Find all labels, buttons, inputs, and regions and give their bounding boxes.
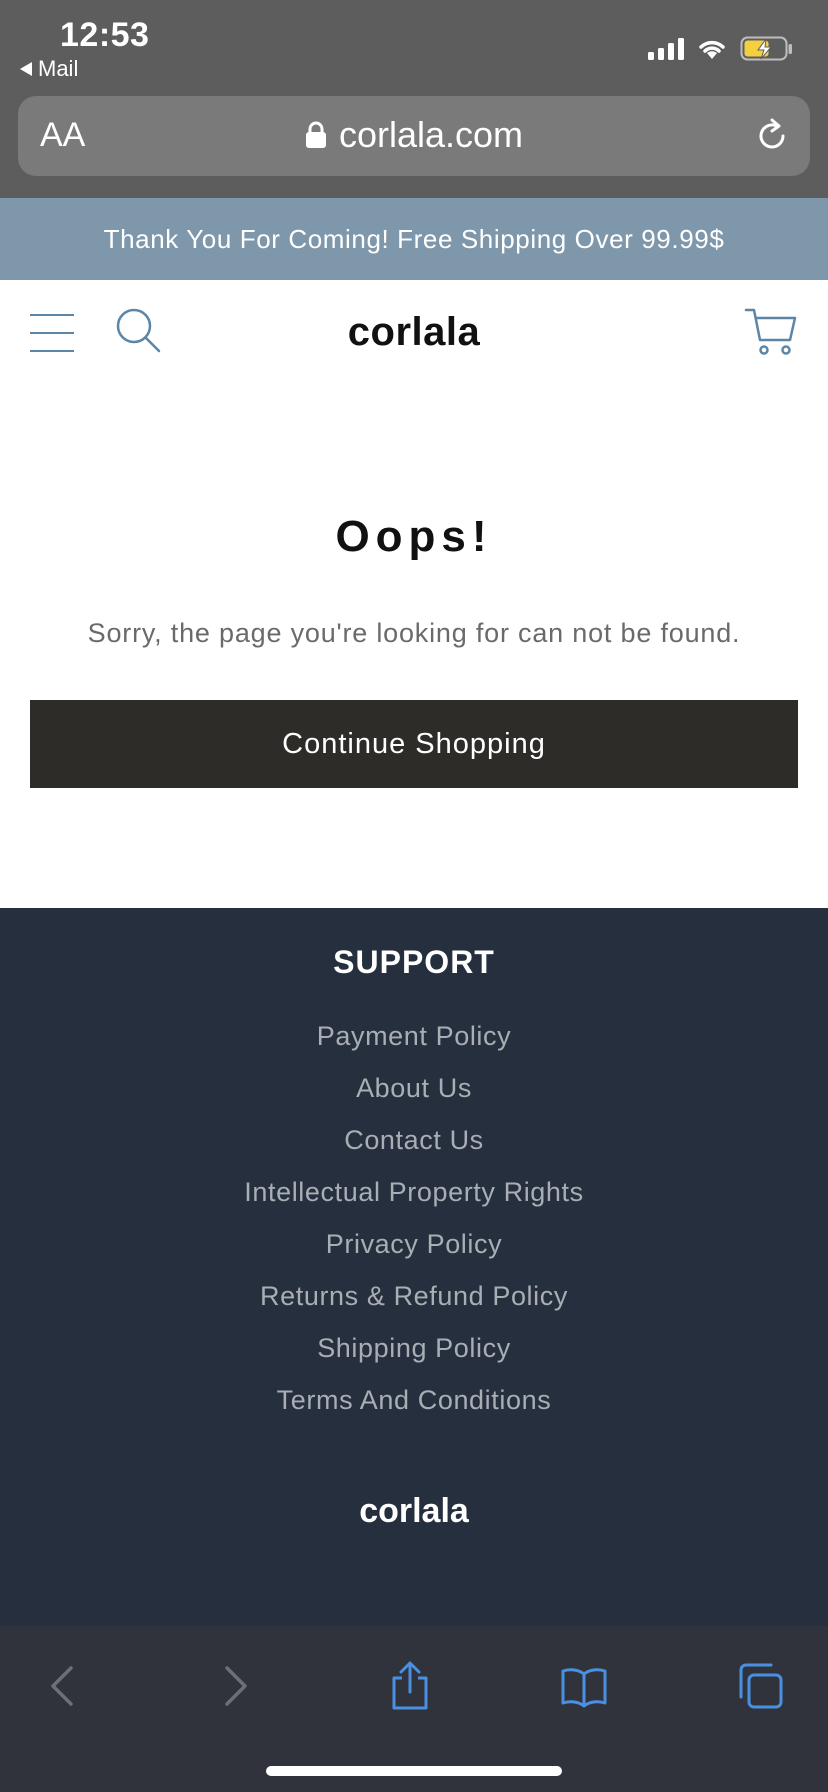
lock-icon <box>305 121 326 148</box>
footer-link-intellectual-property[interactable]: Intellectual Property Rights <box>244 1177 583 1208</box>
bookmarks-button[interactable] <box>554 1656 614 1716</box>
footer-link-payment-policy[interactable]: Payment Policy <box>317 1021 511 1052</box>
cart-icon <box>744 308 797 355</box>
wifi-icon <box>699 40 725 59</box>
footer-logo[interactable]: corlala <box>0 1492 828 1531</box>
url-display[interactable]: corlala.com <box>18 114 810 156</box>
address-bar[interactable]: AA corlala.com <box>18 96 810 176</box>
footer-link-privacy-policy[interactable]: Privacy Policy <box>326 1229 502 1260</box>
status-time: 12:53 <box>60 16 150 54</box>
site-logo[interactable]: corlala <box>0 310 828 355</box>
tabs-button[interactable] <box>730 1656 790 1716</box>
support-links: Payment Policy About Us Contact Us Intel… <box>0 1010 828 1426</box>
reload-button[interactable] <box>752 116 792 156</box>
footer-link-contact-us[interactable]: Contact Us <box>344 1125 484 1156</box>
announcement-bar: Thank You For Coming! Free Shipping Over… <box>0 198 828 280</box>
share-icon <box>392 1661 428 1710</box>
footer-link-about-us[interactable]: About Us <box>356 1073 472 1104</box>
back-button[interactable] <box>32 1656 92 1716</box>
back-app-label: Mail <box>38 56 79 81</box>
announcement-text: Thank You For Coming! Free Shipping Over… <box>103 223 725 254</box>
site-header: corlala <box>0 280 828 390</box>
home-indicator[interactable] <box>266 1766 562 1776</box>
not-found-message: Sorry, the page you're looking for can n… <box>87 618 741 648</box>
footer-link-returns-refund[interactable]: Returns & Refund Policy <box>260 1281 568 1312</box>
tabs-icon <box>739 1663 783 1709</box>
status-icons <box>648 36 794 62</box>
page: 12:53 Mail AA corlala.com Thank You For … <box>0 0 828 1792</box>
continue-shopping-button[interactable]: Continue Shopping <box>30 700 798 788</box>
cart-button[interactable] <box>744 306 798 358</box>
back-triangle-icon <box>20 62 32 76</box>
browser-chrome: 12:53 Mail AA corlala.com <box>0 0 828 198</box>
back-to-mail-link[interactable]: Mail <box>20 56 78 82</box>
back-icon <box>51 1666 73 1706</box>
forward-icon <box>225 1666 247 1706</box>
bookmarks-icon <box>561 1668 607 1708</box>
battery-charging-icon <box>740 36 792 61</box>
browser-toolbar <box>0 1626 828 1792</box>
page-title: Oops! <box>335 512 493 561</box>
not-found-section: Oops! Sorry, the page you're looking for… <box>0 390 828 908</box>
share-button[interactable] <box>380 1656 440 1716</box>
reload-icon <box>759 118 785 149</box>
support-heading: SUPPORT <box>333 944 495 980</box>
forward-button[interactable] <box>206 1656 266 1716</box>
footer-link-shipping-policy[interactable]: Shipping Policy <box>317 1333 511 1364</box>
cellular-signal-icon <box>648 38 684 60</box>
url-text: corlala.com <box>338 114 524 155</box>
footer: SUPPORT Payment Policy About Us Contact … <box>0 908 828 1626</box>
footer-link-terms[interactable]: Terms And Conditions <box>277 1385 552 1416</box>
